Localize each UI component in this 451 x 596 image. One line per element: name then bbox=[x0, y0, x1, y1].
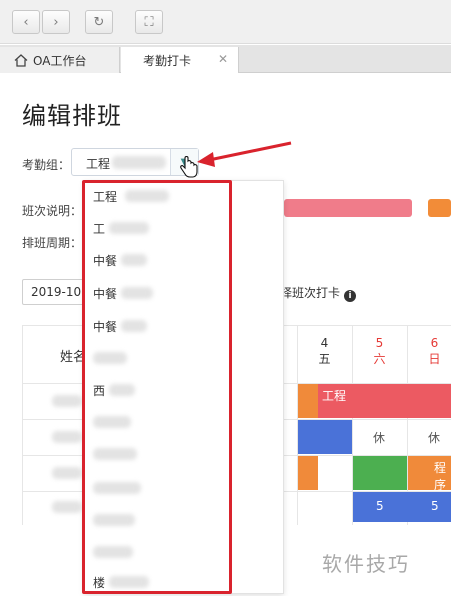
grid-line bbox=[22, 325, 23, 525]
tab-bar: OA工作台 考勤打卡 ✕ bbox=[0, 45, 451, 73]
cell-text: 程序 bbox=[434, 461, 447, 492]
shift-description-label: 班次说明： bbox=[22, 204, 83, 218]
day-weekday: 日 bbox=[428, 352, 441, 366]
browser-toolbar: ‹ › ↻ ⛶ bbox=[0, 0, 451, 44]
close-icon[interactable]: ✕ bbox=[218, 52, 228, 66]
watermark: 软件技巧 bbox=[322, 552, 410, 576]
highlight-frame bbox=[82, 180, 232, 594]
page-title: 编辑排班 bbox=[22, 102, 122, 130]
schedule-period-label: 排班周期： bbox=[22, 236, 83, 250]
cell-text: 工程 bbox=[322, 389, 347, 403]
cell-text: 5 bbox=[431, 499, 439, 513]
cell-text: 休 bbox=[428, 431, 441, 445]
blurred-name bbox=[52, 467, 82, 479]
info-icon[interactable]: i bbox=[344, 290, 357, 302]
day-number: 5 bbox=[375, 336, 384, 350]
day-number: 6 bbox=[430, 336, 439, 350]
tab-attendance[interactable]: 考勤打卡 ✕ bbox=[121, 47, 239, 73]
schedule-cell[interactable] bbox=[298, 456, 318, 490]
day-weekday: 六 bbox=[373, 352, 386, 366]
day-number: 4 bbox=[320, 336, 329, 350]
schedule-cell[interactable] bbox=[353, 456, 407, 490]
fullscreen-button[interactable]: ⛶ bbox=[135, 10, 163, 34]
tab-label: OA工作台 bbox=[33, 53, 87, 68]
schedule-cell[interactable] bbox=[298, 420, 352, 454]
tab-oa-workbench[interactable]: OA工作台 bbox=[0, 47, 120, 73]
select-value: 工程 bbox=[86, 157, 111, 171]
chevron-left-icon: ‹ bbox=[23, 14, 29, 30]
blurred-name bbox=[52, 501, 82, 513]
schedule-cell[interactable] bbox=[298, 384, 318, 418]
blurred-name bbox=[52, 395, 82, 407]
forward-button[interactable]: › bbox=[42, 10, 70, 34]
cell-text: 5 bbox=[376, 499, 384, 513]
fullscreen-icon: ⛶ bbox=[144, 14, 154, 30]
shift-color-strip bbox=[428, 199, 451, 217]
month-input[interactable]: 2019-10 bbox=[22, 279, 84, 305]
home-icon bbox=[14, 53, 28, 67]
cell-text: 休 bbox=[373, 431, 386, 445]
chevron-right-icon: › bbox=[53, 14, 59, 30]
attendance-group-label: 考勤组： bbox=[22, 158, 71, 172]
day-header: 6 日 bbox=[407, 335, 451, 367]
blurred-name bbox=[52, 431, 82, 443]
shift-color-strip bbox=[284, 199, 412, 217]
day-header: 5 六 bbox=[352, 335, 407, 367]
hand-cursor-icon bbox=[180, 156, 198, 178]
blurred-text bbox=[112, 156, 166, 169]
schedule-cell[interactable] bbox=[298, 384, 451, 418]
day-weekday: 五 bbox=[318, 352, 331, 366]
annotation-arrow-icon bbox=[197, 141, 292, 167]
day-header: 4 五 bbox=[297, 335, 352, 367]
tab-label: 考勤打卡 bbox=[143, 53, 192, 68]
refresh-icon: ↻ bbox=[93, 14, 105, 30]
refresh-button[interactable]: ↻ bbox=[85, 10, 113, 34]
back-button[interactable]: ‹ bbox=[12, 10, 40, 34]
